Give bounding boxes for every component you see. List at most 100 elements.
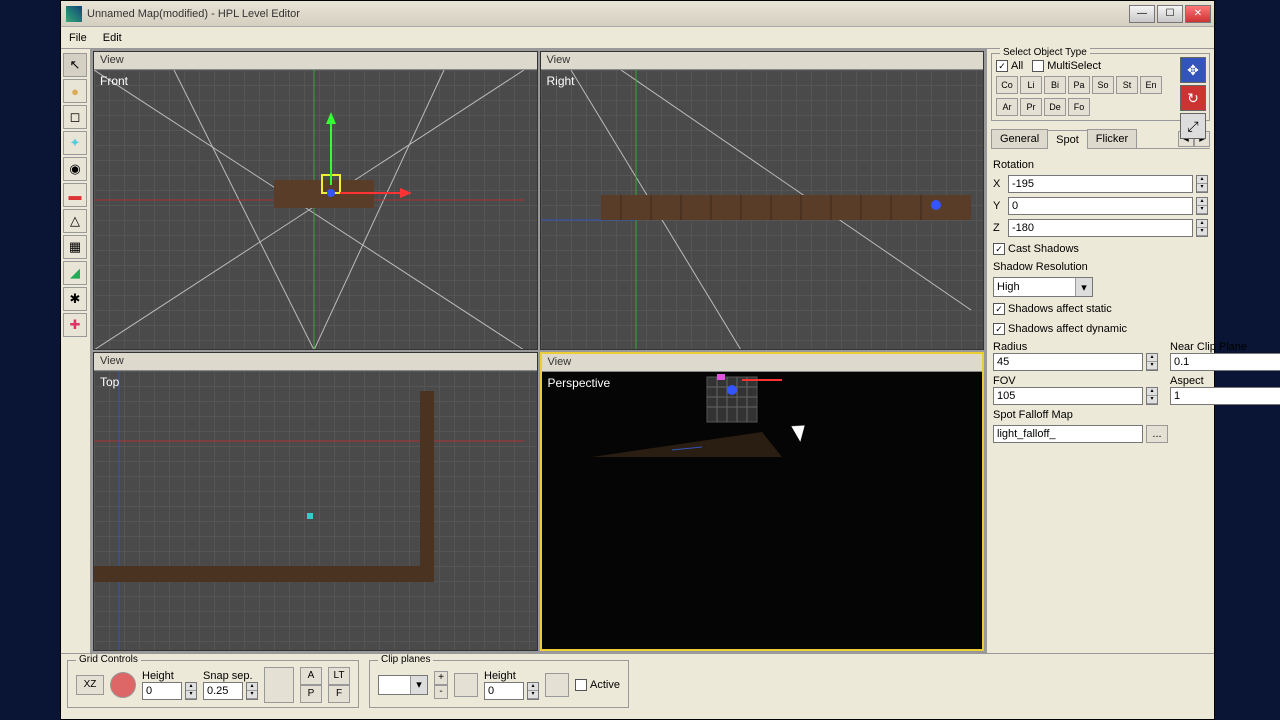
particle-tool-icon[interactable]: ✦ [63, 131, 87, 155]
scale-gizmo-icon[interactable]: ⤢ [1180, 113, 1206, 139]
filter-st[interactable]: St [1116, 76, 1138, 94]
clip-active-checkbox[interactable] [575, 679, 587, 691]
clip-height-input[interactable] [484, 682, 524, 700]
clip-select[interactable] [378, 675, 428, 695]
rotation-x-input[interactable] [1008, 175, 1193, 193]
sound-tool-icon[interactable]: ◉ [63, 157, 87, 181]
filter-so[interactable]: So [1092, 76, 1114, 94]
grid-toggle-icon[interactable] [110, 672, 136, 698]
viewport-label: Front [100, 74, 128, 88]
x-label: X [993, 178, 1005, 190]
viewport-right[interactable]: View Right [540, 51, 985, 350]
viewport-front[interactable]: View Front [93, 51, 538, 350]
compound-tool-icon[interactable]: ▦ [63, 235, 87, 259]
grid-height-input[interactable] [142, 682, 182, 700]
snap-label: Snap sep. [203, 670, 258, 682]
decal-tool-icon[interactable]: ◢ [63, 261, 87, 285]
entity-tool-icon[interactable]: ▬ [63, 183, 87, 207]
snap-input[interactable] [203, 682, 243, 700]
shadow-res-select[interactable]: High [993, 277, 1093, 297]
filter-li[interactable]: Li [1020, 76, 1042, 94]
spinner-icon[interactable]: ▴▾ [1146, 387, 1158, 405]
near-clip-input[interactable] [1170, 353, 1280, 371]
filter-fo[interactable]: Fo [1068, 98, 1090, 116]
all-checkbox[interactable]: ✓ [996, 60, 1008, 72]
aspect-input[interactable] [1170, 387, 1280, 405]
clip-remove-button[interactable]: - [434, 685, 448, 699]
spot-properties: Rotation X▴▾ Y▴▾ Z▴▾ ✓Cast Shadows Shado… [991, 153, 1210, 449]
viewport-grid: View Front [91, 49, 986, 653]
fog-tool-icon[interactable]: ✱ [63, 287, 87, 311]
window-title: Unnamed Map(modified) - HPL Level Editor [87, 8, 1129, 20]
grid-height-label: Height [142, 670, 197, 682]
rotate-gizmo-icon[interactable]: ↻ [1180, 85, 1206, 111]
filter-de[interactable]: De [1044, 98, 1066, 116]
a-button[interactable]: A [300, 667, 322, 685]
lt-button[interactable]: LT [328, 667, 350, 685]
viewport-top[interactable]: View Top [93, 352, 538, 651]
spinner-icon[interactable]: ▴▾ [1196, 219, 1208, 237]
spinner-icon[interactable]: ▴▾ [246, 682, 258, 700]
all-label: All [1011, 60, 1023, 72]
grid-plane-button[interactable]: XZ [76, 675, 104, 695]
spinner-icon[interactable]: ▴▾ [185, 682, 197, 700]
spinner-icon[interactable]: ▴▾ [527, 682, 539, 700]
menu-file[interactable]: File [69, 32, 87, 44]
clip-add-button[interactable]: + [434, 671, 448, 685]
filter-co[interactable]: Co [996, 76, 1018, 94]
viewport-perspective[interactable]: View Perspective [540, 352, 985, 651]
spinner-icon[interactable]: ▴▾ [1146, 353, 1158, 371]
clip-plane-button[interactable] [454, 673, 478, 697]
menubar: File Edit [61, 27, 1214, 49]
rotation-z-input[interactable] [1008, 219, 1193, 237]
multiselect-checkbox[interactable] [1032, 60, 1044, 72]
cast-shadows-checkbox[interactable]: ✓ [993, 243, 1005, 255]
falloff-input[interactable] [993, 425, 1143, 443]
rotation-y-input[interactable] [1008, 197, 1193, 215]
maximize-button[interactable]: ☐ [1157, 5, 1183, 23]
viewport-label: Perspective [548, 376, 611, 390]
right-panel: Select Object Type ✓ All MultiSelect Co … [986, 49, 1214, 653]
clip-active-label: Active [590, 679, 620, 691]
browse-falloff-button[interactable]: ... [1146, 425, 1168, 443]
close-button[interactable]: ✕ [1185, 5, 1211, 23]
filter-pa[interactable]: Pa [1068, 76, 1090, 94]
fov-input[interactable] [993, 387, 1143, 405]
spinner-icon[interactable]: ▴▾ [1196, 197, 1208, 215]
tab-general[interactable]: General [991, 129, 1048, 148]
filter-bi[interactable]: Bi [1044, 76, 1066, 94]
tab-flicker[interactable]: Flicker [1087, 129, 1137, 148]
snap-toggle-button[interactable] [264, 667, 294, 703]
select-object-type-title: Select Object Type [1000, 47, 1090, 58]
p-button[interactable]: P [300, 685, 322, 703]
titlebar[interactable]: Unnamed Map(modified) - HPL Level Editor… [61, 1, 1214, 27]
filter-ar[interactable]: Ar [996, 98, 1018, 116]
combine-tool-icon[interactable]: ✚ [63, 313, 87, 337]
falloff-label: Spot Falloff Map [993, 409, 1208, 421]
affect-static-label: Shadows affect static [1008, 303, 1112, 315]
menu-edit[interactable]: Edit [103, 32, 122, 44]
viewport-header[interactable]: View [94, 52, 537, 70]
affect-dynamic-checkbox[interactable]: ✓ [993, 323, 1005, 335]
viewport-header[interactable]: View [542, 354, 983, 372]
radius-input[interactable] [993, 353, 1143, 371]
clip-height-label: Height [484, 670, 539, 682]
f-button[interactable]: F [328, 685, 350, 703]
spinner-icon[interactable]: ▴▾ [1196, 175, 1208, 193]
clip-color-button[interactable] [545, 673, 569, 697]
near-clip-label: Near Clip Plane [1170, 341, 1280, 353]
viewport-header[interactable]: View [541, 52, 984, 70]
area-tool-icon[interactable]: △ [63, 209, 87, 233]
tab-spot[interactable]: Spot [1047, 130, 1088, 149]
viewport-label: Top [100, 375, 119, 389]
filter-en[interactable]: En [1140, 76, 1162, 94]
light-tool-icon[interactable]: ● [63, 79, 87, 103]
select-tool-icon[interactable]: ↖ [63, 53, 87, 77]
move-gizmo-icon[interactable]: ✥ [1180, 57, 1206, 83]
minimize-button[interactable]: — [1129, 5, 1155, 23]
filter-pr[interactable]: Pr [1020, 98, 1042, 116]
viewport-header[interactable]: View [94, 353, 537, 371]
box-tool-icon[interactable]: ◻ [63, 105, 87, 129]
affect-static-checkbox[interactable]: ✓ [993, 303, 1005, 315]
z-label: Z [993, 222, 1005, 234]
